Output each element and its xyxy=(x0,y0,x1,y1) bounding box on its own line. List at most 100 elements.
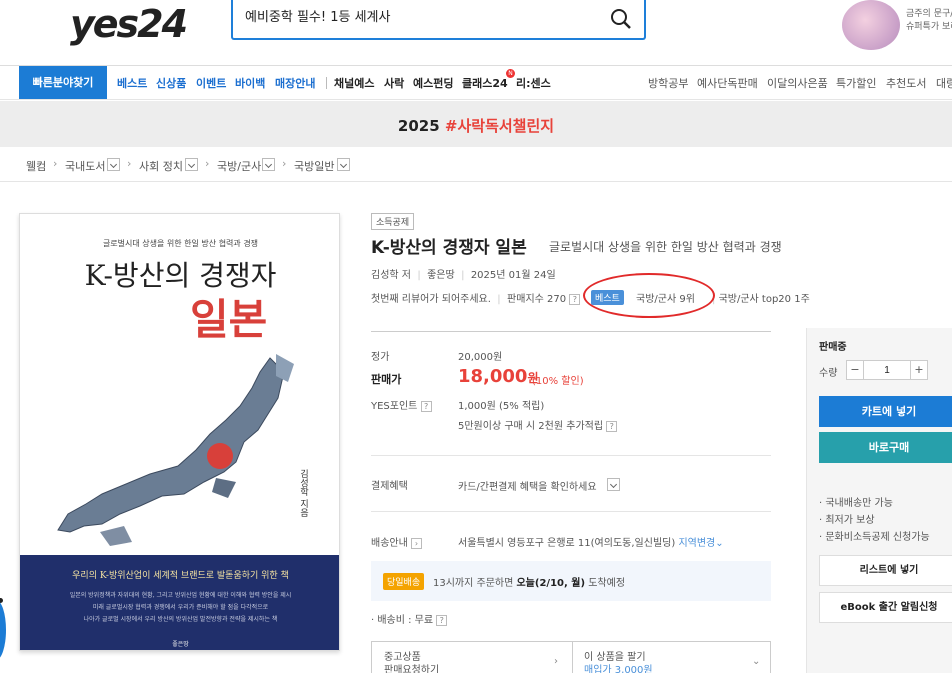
list-price-label: 정가 xyxy=(371,352,390,363)
nav-bulk[interactable]: 대량 xyxy=(936,75,952,91)
help-icon[interactable]: ? xyxy=(606,420,618,432)
new-badge: N xyxy=(506,69,515,78)
top20-rank[interactable]: | 국방/군사 top20 1주 xyxy=(712,290,810,305)
help-icon[interactable]: ? xyxy=(569,293,581,305)
annotation-ellipse xyxy=(583,273,715,318)
first-review-link[interactable]: 첫번째 리뷰어가 되어주세요. xyxy=(371,294,491,305)
promo-text[interactable]: 금주의 문구/ 슈퍼특가 보러 xyxy=(906,8,952,34)
buyback-price: 매입가 3,000원 xyxy=(584,665,653,673)
nav-channel-yes[interactable]: 채널예스 xyxy=(334,75,374,91)
nav-sarak[interactable]: 사락 xyxy=(384,75,404,91)
nav-store[interactable]: 매장안내 xyxy=(275,75,315,91)
breadcrumb-domestic[interactable]: 국내도서 xyxy=(65,158,105,174)
nav-class24[interactable]: 클래스24 xyxy=(462,75,508,91)
same-day-text-pre: 13시까지 주문하면 xyxy=(433,578,517,589)
author-link[interactable]: 김성학 저 xyxy=(371,270,411,281)
info-culture-deduction[interactable]: · 문화비소득공제 신청가능 xyxy=(819,528,930,543)
cover-publisher: 좋은땅 xyxy=(172,641,189,648)
tax-deduction-tag: 소득공제 xyxy=(371,213,415,230)
nav-yes-funding[interactable]: 예스펀딩 xyxy=(413,75,453,91)
cover-title: K-방산의 경쟁자 xyxy=(84,259,277,292)
sales-index: 판매지수 270 xyxy=(507,294,567,305)
nav-special-sale[interactable]: 특가할인 xyxy=(836,75,876,91)
chevron-down-icon[interactable] xyxy=(607,478,620,491)
breadcrumb-arrow-icon: › xyxy=(53,157,58,170)
book-cover[interactable]: 글로벌시대 상생을 위한 한일 방산 협력과 경쟁 K-방산의 경쟁자 일본 김… xyxy=(19,213,340,651)
quantity-label: 수량 xyxy=(819,368,838,379)
promo-line-1: 금주의 문구/ xyxy=(906,9,952,19)
cover-band: 우리의 K-방위산업이 세계적 브랜드로 발돋움하기 위한 책 일본의 방위정책… xyxy=(20,555,339,650)
meta-divider: | xyxy=(494,294,504,305)
book-meta: 김성학 저 | 좋은땅 | 2025년 01월 24일 xyxy=(371,266,556,281)
chevron-down-icon[interactable] xyxy=(337,158,350,171)
book-title: K-방산의 경쟁자 일본 xyxy=(371,238,527,258)
chevron-down-icon[interactable] xyxy=(185,158,198,171)
sale-status: 판매중 xyxy=(819,342,847,353)
section-divider xyxy=(371,455,771,456)
publisher-link[interactable]: 좋은땅 xyxy=(427,270,455,281)
challenge-banner[interactable]: 2025 #사락독서챌린지 xyxy=(0,101,952,147)
info-lowest-price[interactable]: · 최저가 보상 xyxy=(819,511,875,526)
top20-rank-text: 국방/군사 top20 1주 xyxy=(718,294,810,305)
floating-widget[interactable] xyxy=(0,600,6,660)
payment-benefit-label: 결제혜택 xyxy=(371,481,408,492)
nav-exclusive[interactable]: 예사단독판매 xyxy=(697,75,758,91)
used-goods-request[interactable]: 판매요청하기 xyxy=(384,661,439,673)
quick-find-button[interactable]: 빠른분야찾기 xyxy=(19,66,107,99)
sale-price-value: 18,000 xyxy=(458,366,528,387)
publish-date: 2025년 01월 24일 xyxy=(470,270,556,281)
quantity-plus-button[interactable]: + xyxy=(910,360,928,380)
quantity-minus-button[interactable]: − xyxy=(846,360,864,380)
nav-vacation-study[interactable]: 방학공부 xyxy=(648,75,688,91)
breadcrumb-home[interactable]: 웰컴 xyxy=(26,158,46,174)
search-box[interactable] xyxy=(231,0,646,40)
banner-year: 2025 xyxy=(397,117,440,135)
nav-event[interactable]: 이벤트 xyxy=(196,75,226,91)
nav-divider xyxy=(326,77,327,89)
add-to-list-button[interactable]: 리스트에 넣기 xyxy=(819,555,952,586)
yes-point-extra-text: 5만원이상 구매 시 2천원 추가적립 xyxy=(458,421,604,432)
chevron-down-icon[interactable] xyxy=(107,158,120,171)
shipping-fee: · 배송비 : 무료 ? xyxy=(371,611,448,626)
meta-divider: | xyxy=(457,270,468,281)
same-day-delivery: 당일배송 13시까지 주문하면 오늘(2/10, 월) 도착예정 xyxy=(371,561,771,601)
breadcrumb-arrow-icon: › xyxy=(127,157,132,170)
nav-new[interactable]: 신상품 xyxy=(156,75,186,91)
payment-benefit-value[interactable]: 카드/간편결제 혜택을 확인하세요 xyxy=(458,478,597,493)
promo-image[interactable] xyxy=(842,0,900,50)
nav-license[interactable]: 리:센스 xyxy=(516,75,551,91)
nav-buyback[interactable]: 바이백 xyxy=(235,75,265,91)
chevron-right-icon[interactable]: › xyxy=(411,537,422,549)
nav-gifts[interactable]: 이달의사은품 xyxy=(767,75,828,91)
sale-price: 18,000원 xyxy=(458,366,539,387)
add-to-cart-button[interactable]: 카트에 넣기 xyxy=(819,396,952,427)
help-icon[interactable]: ? xyxy=(420,400,432,412)
help-icon[interactable]: ? xyxy=(436,614,448,626)
buy-now-button[interactable]: 바로구매 xyxy=(819,432,952,463)
breadcrumb-defense[interactable]: 국방/군사 xyxy=(217,158,261,174)
region-change-link[interactable]: 지역변경 xyxy=(678,538,715,549)
nav-recommended[interactable]: 추천도서 xyxy=(886,75,926,91)
search-icon[interactable] xyxy=(610,8,632,30)
sale-price-label: 판매가 xyxy=(371,373,402,386)
cover-title-japan: 일본 xyxy=(190,295,268,344)
chevron-down-icon[interactable] xyxy=(262,158,275,171)
ebook-alert-button[interactable]: eBook 출간 알림신청 xyxy=(819,592,952,623)
quantity-input[interactable] xyxy=(864,360,910,380)
same-day-date: 오늘(2/10, 월) xyxy=(516,578,586,589)
shipping-fee-text: · 배송비 : 무료 xyxy=(371,615,434,626)
book-review-meta: 첫번째 리뷰어가 되어주세요. | 판매지수 270 ? xyxy=(371,290,581,305)
breadcrumb-defense-general[interactable]: 국방일반 xyxy=(294,158,334,174)
cover-band-title: 우리의 K-방위산업이 세계적 브랜드로 발돋움하기 위한 책 xyxy=(72,571,289,581)
same-day-text-post: 도착예정 xyxy=(585,578,626,589)
search-input[interactable] xyxy=(245,8,605,23)
chevron-right-icon[interactable]: › xyxy=(554,656,558,667)
used-goods-box: 중고상품 판매요청하기 › 이 상품을 팔기 매입가 3,000원 ⌄ xyxy=(371,641,771,673)
chevron-down-icon[interactable]: ⌄ xyxy=(752,656,760,667)
yes24-logo[interactable]: yes24 xyxy=(70,2,188,46)
nav-best[interactable]: 베스트 xyxy=(117,75,147,91)
price-divider xyxy=(371,331,771,332)
meta-divider: | xyxy=(414,270,424,281)
breadcrumb-social-politics[interactable]: 사회 정치 xyxy=(139,158,183,174)
yes-point-label: YES포인트 ? xyxy=(371,397,432,412)
